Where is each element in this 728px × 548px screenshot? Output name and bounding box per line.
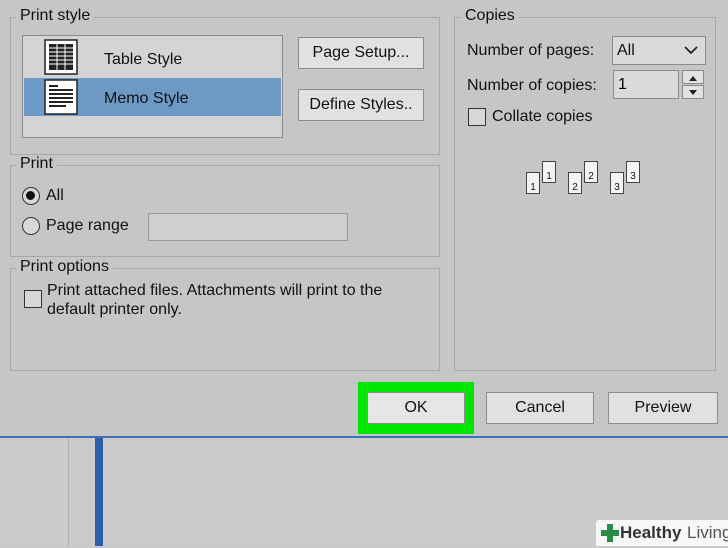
print-all-radio[interactable] <box>22 187 40 205</box>
attached-files-label-line1: Print attached files. Attachments will p… <box>47 282 383 299</box>
cancel-button[interactable]: Cancel <box>486 392 594 424</box>
healthy-living-watermark: Healthy Living <box>596 520 728 546</box>
page-range-radio[interactable] <box>22 217 40 235</box>
preview-button[interactable]: Preview <box>608 392 718 424</box>
attached-files-label-line2: default printer only. <box>47 301 182 318</box>
page-range-input[interactable] <box>148 213 348 241</box>
plus-icon <box>600 523 620 548</box>
print-style-list[interactable]: Table Style Memo Style <box>22 35 283 138</box>
number-of-copies-label: Number of copies: <box>467 77 597 94</box>
collate-page-icon: 3 <box>610 172 624 194</box>
page-range-label[interactable]: Page range <box>46 216 129 236</box>
stepper-down-icon <box>689 90 697 95</box>
print-style-item-memo[interactable]: Memo Style <box>24 78 281 116</box>
print-legend: Print <box>16 155 57 173</box>
collate-page-icon: 2 <box>584 161 598 183</box>
watermark-text-light: Living <box>687 523 728 542</box>
print-group <box>10 165 440 257</box>
document-margin-line <box>68 436 69 546</box>
copies-stepper-up[interactable] <box>682 70 704 84</box>
chevron-down-icon <box>683 43 699 62</box>
collate-page-icon: 3 <box>626 161 640 183</box>
number-of-copies-input[interactable] <box>613 70 679 99</box>
copies-stepper-down[interactable] <box>682 85 704 99</box>
stepper-up-icon <box>689 76 697 81</box>
define-styles-button[interactable]: Define Styles.. <box>298 89 424 121</box>
collate-page-icon: 1 <box>526 172 540 194</box>
print-all-label[interactable]: All <box>46 186 64 206</box>
print-dialog: Print style Table Style Memo Style Page … <box>0 0 728 438</box>
print-style-item-label: Table Style <box>104 51 183 68</box>
attached-files-checkbox[interactable] <box>24 290 42 308</box>
collate-copies-checkbox[interactable] <box>468 108 486 126</box>
print-style-legend: Print style <box>16 7 95 25</box>
ok-button[interactable]: OK <box>367 392 465 424</box>
document-blue-bar <box>95 436 103 546</box>
watermark-text-bold: Healthy <box>620 523 682 542</box>
collate-page-icon: 2 <box>568 172 582 194</box>
number-of-pages-select[interactable]: All <box>612 36 706 65</box>
collate-illustration: 1 1 2 2 3 3 <box>522 158 652 198</box>
table-style-icon <box>44 39 78 75</box>
memo-style-icon <box>44 79 78 115</box>
page-setup-button[interactable]: Page Setup... <box>298 37 424 69</box>
number-of-pages-value: All <box>617 42 635 59</box>
number-of-pages-label: Number of pages: <box>467 42 595 59</box>
print-style-item-label: Memo Style <box>104 90 189 107</box>
collate-page-icon: 1 <box>542 161 556 183</box>
copies-legend: Copies <box>461 7 519 25</box>
print-style-item-table[interactable]: Table Style <box>24 37 281 77</box>
collate-copies-label[interactable]: Collate copies <box>492 107 593 127</box>
print-options-legend: Print options <box>16 258 113 276</box>
